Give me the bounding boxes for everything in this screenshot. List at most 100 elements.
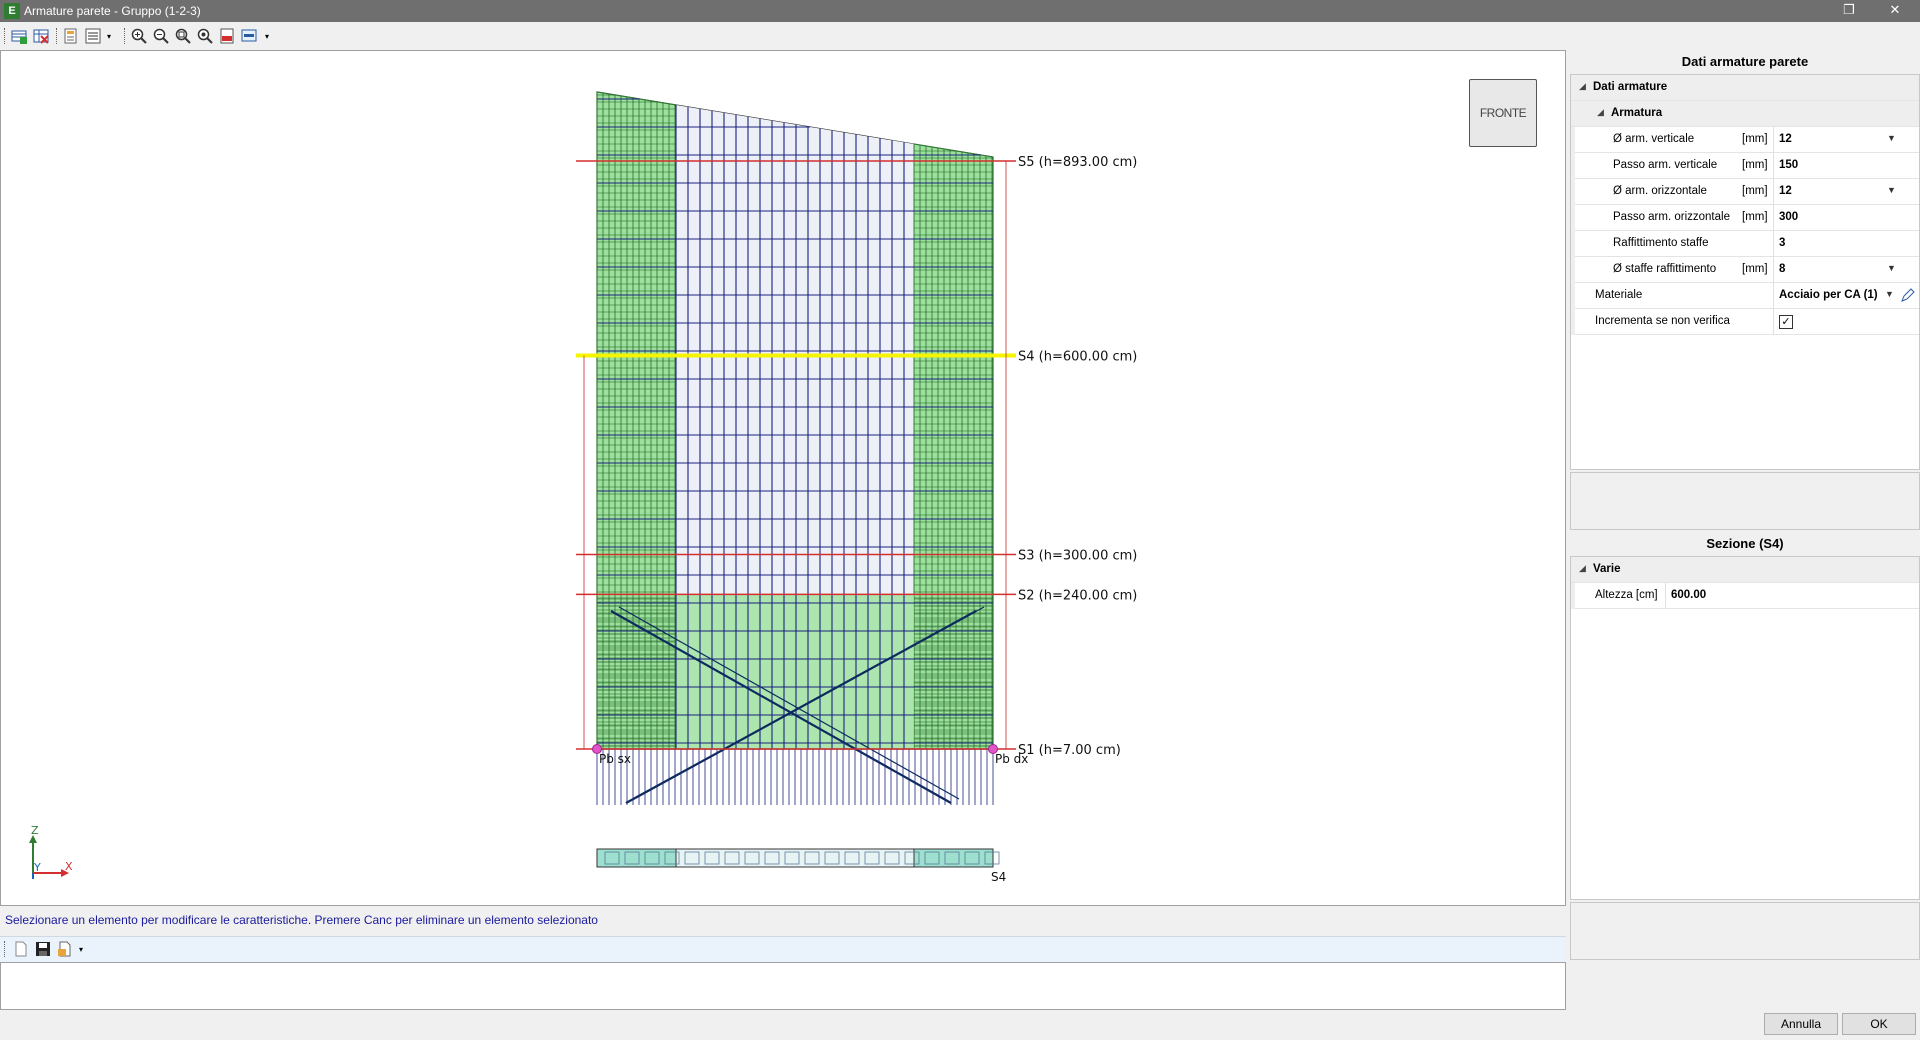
section-label: S1 (h=7.00 cm) xyxy=(1018,743,1121,758)
property-row[interactable]: Passo arm. orizzontale [mm] 300 xyxy=(1571,205,1919,231)
section-label: S2 (h=240.00 cm) xyxy=(1018,588,1137,603)
report-icon[interactable] xyxy=(56,940,74,958)
export-pdf-icon[interactable] xyxy=(218,27,236,45)
row-unit: [mm] xyxy=(1742,159,1768,171)
zoom-extents-icon[interactable] xyxy=(196,27,214,45)
toolbar-grip[interactable] xyxy=(4,28,7,44)
restore-button[interactable]: ❐ xyxy=(1826,0,1872,22)
cancel-button[interactable]: Annulla xyxy=(1764,1013,1838,1035)
subcategory-armatura[interactable]: ◢ Armatura xyxy=(1571,101,1919,127)
display-icon[interactable] xyxy=(240,27,258,45)
axis-y-label: Y xyxy=(33,861,41,874)
zoom-out-icon[interactable] xyxy=(152,27,170,45)
save-icon[interactable] xyxy=(34,940,52,958)
category-varie[interactable]: ◢ Varie xyxy=(1571,557,1919,583)
toolbar-overflow-icon[interactable]: ▾ xyxy=(76,940,86,958)
toolbar-grip[interactable] xyxy=(4,941,7,957)
drawing-canvas[interactable]: S5 (h=893.00 cm) S4 (h=600.00 cm) S3 (h=30… xyxy=(0,50,1566,906)
properties-icon[interactable] xyxy=(62,27,80,45)
ok-button[interactable]: OK xyxy=(1842,1013,1916,1035)
view-cube-label: FRONTE xyxy=(1479,106,1527,120)
add-row-icon[interactable] xyxy=(10,27,28,45)
section-strip-label: S4 xyxy=(991,870,1006,884)
collapse-arrow-icon[interactable]: ◢ xyxy=(1597,107,1604,118)
row-label: Ø staffe raffittimento xyxy=(1613,263,1717,275)
material-value[interactable]: Acciaio per CA (1) xyxy=(1779,289,1879,301)
close-button[interactable]: ✕ xyxy=(1872,0,1918,22)
row-unit: [mm] xyxy=(1742,211,1768,223)
panel-title-armature: Dati armature parete xyxy=(1681,54,1809,69)
toolbar-separator xyxy=(56,28,59,44)
restore-icon: ❐ xyxy=(1843,2,1855,17)
toolbar-separator xyxy=(124,28,127,44)
row-label: Ø arm. orizzontale xyxy=(1613,185,1707,197)
subcategory-label: Armatura xyxy=(1611,107,1663,119)
property-row[interactable]: Raffittimento staffe 3 xyxy=(1571,231,1919,257)
toolbar-overflow-icon[interactable]: ▾ xyxy=(262,27,272,45)
zoom-in-icon[interactable] xyxy=(130,27,148,45)
row-label: Raffittimento staffe xyxy=(1613,237,1709,249)
bottom-output-area xyxy=(0,962,1566,1010)
property-grid-armature: ◢ Dati armature ◢ Armatura Ø arm. vertic… xyxy=(1570,74,1920,470)
window-title: Armature parete - Gruppo (1-2-3) xyxy=(24,4,201,18)
edit-material-icon[interactable] xyxy=(1901,288,1915,305)
property-row[interactable]: Ø staffe raffittimento [mm] 8 ▼ xyxy=(1571,257,1919,283)
row-label: Passo arm. verticale xyxy=(1613,159,1718,171)
app-icon: E xyxy=(4,3,20,19)
row-value[interactable]: 300 xyxy=(1779,211,1798,223)
row-label: Ø arm. verticale xyxy=(1613,133,1695,145)
bottom-toolbar: ▾ xyxy=(0,936,1566,963)
section-label: S4 (h=600.00 cm) xyxy=(1018,349,1137,364)
category-label: Dati armature xyxy=(1593,81,1668,93)
row-unit: [mm] xyxy=(1742,133,1768,145)
title-bar: E Armature parete - Gruppo (1-2-3) ❐ ✕ xyxy=(0,0,1920,22)
dropdown-arrow-icon[interactable]: ▼ xyxy=(1885,289,1894,299)
panel-title-section: Sezione (S4) xyxy=(1706,536,1784,551)
list-icon[interactable] xyxy=(84,27,102,45)
collapse-arrow-icon[interactable]: ◢ xyxy=(1579,563,1586,574)
row-altezza[interactable]: Altezza [cm] 600.00 xyxy=(1571,583,1919,609)
row-value[interactable]: 12 xyxy=(1779,133,1792,145)
category-label: Varie xyxy=(1593,563,1621,575)
category-dati-armature[interactable]: ◢ Dati armature xyxy=(1571,75,1919,101)
property-row[interactable]: Ø arm. verticale [mm] 12 ▼ xyxy=(1571,127,1919,153)
description-area xyxy=(1570,472,1920,530)
new-document-icon[interactable] xyxy=(12,940,30,958)
section-label: S5 (h=893.00 cm) xyxy=(1018,155,1137,170)
description-area xyxy=(1570,902,1920,960)
property-row[interactable]: Passo arm. verticale [mm] 150 xyxy=(1571,153,1919,179)
section-label: S3 (h=300.00 cm) xyxy=(1018,549,1137,564)
collapse-arrow-icon[interactable]: ◢ xyxy=(1579,81,1586,92)
height-value[interactable]: 600.00 xyxy=(1671,589,1706,601)
close-icon: ✕ xyxy=(1889,2,1901,17)
row-label: Altezza [cm] xyxy=(1595,589,1658,601)
axis-x-label: X xyxy=(65,860,73,873)
wall-drawing[interactable]: S5 (h=893.00 cm) S4 (h=600.00 cm) S3 (h=30… xyxy=(1,51,1565,905)
row-value[interactable]: 3 xyxy=(1779,237,1785,249)
zoom-window-icon[interactable] xyxy=(174,27,192,45)
row-label: Passo arm. orizzontale xyxy=(1613,211,1730,223)
delete-grid-icon[interactable] xyxy=(32,27,50,45)
row-value[interactable]: 150 xyxy=(1779,159,1798,171)
row-incrementa[interactable]: Incrementa se non verifica ✓ xyxy=(1571,309,1919,335)
row-label: Incrementa se non verifica xyxy=(1595,315,1730,327)
property-grid-section: ◢ Varie Altezza [cm] 600.00 xyxy=(1570,556,1920,900)
increment-checkbox[interactable]: ✓ xyxy=(1779,315,1793,329)
row-label: Materiale xyxy=(1595,289,1643,301)
toolbar: ▾ ▾ xyxy=(0,22,1920,50)
axis-z-label: Z xyxy=(31,824,39,837)
row-unit: [mm] xyxy=(1742,185,1768,197)
toolbar-overflow-icon[interactable]: ▾ xyxy=(104,27,114,45)
row-unit: [mm] xyxy=(1742,263,1768,275)
dropdown-arrow-icon[interactable]: ▼ xyxy=(1887,133,1896,143)
view-cube-front[interactable]: FRONTE xyxy=(1469,79,1537,147)
base-label-right: Pb dx xyxy=(995,752,1028,766)
dropdown-arrow-icon[interactable]: ▼ xyxy=(1887,185,1896,195)
base-label-left: Pb sx xyxy=(599,752,631,766)
dropdown-arrow-icon[interactable]: ▼ xyxy=(1887,263,1896,273)
status-message: Selezionare un elemento per modificare l… xyxy=(5,913,598,927)
row-value[interactable]: 8 xyxy=(1779,263,1785,275)
row-value[interactable]: 12 xyxy=(1779,185,1792,197)
property-row[interactable]: Ø arm. orizzontale [mm] 12 ▼ xyxy=(1571,179,1919,205)
row-materiale[interactable]: Materiale Acciaio per CA (1) ▼ xyxy=(1571,283,1919,309)
